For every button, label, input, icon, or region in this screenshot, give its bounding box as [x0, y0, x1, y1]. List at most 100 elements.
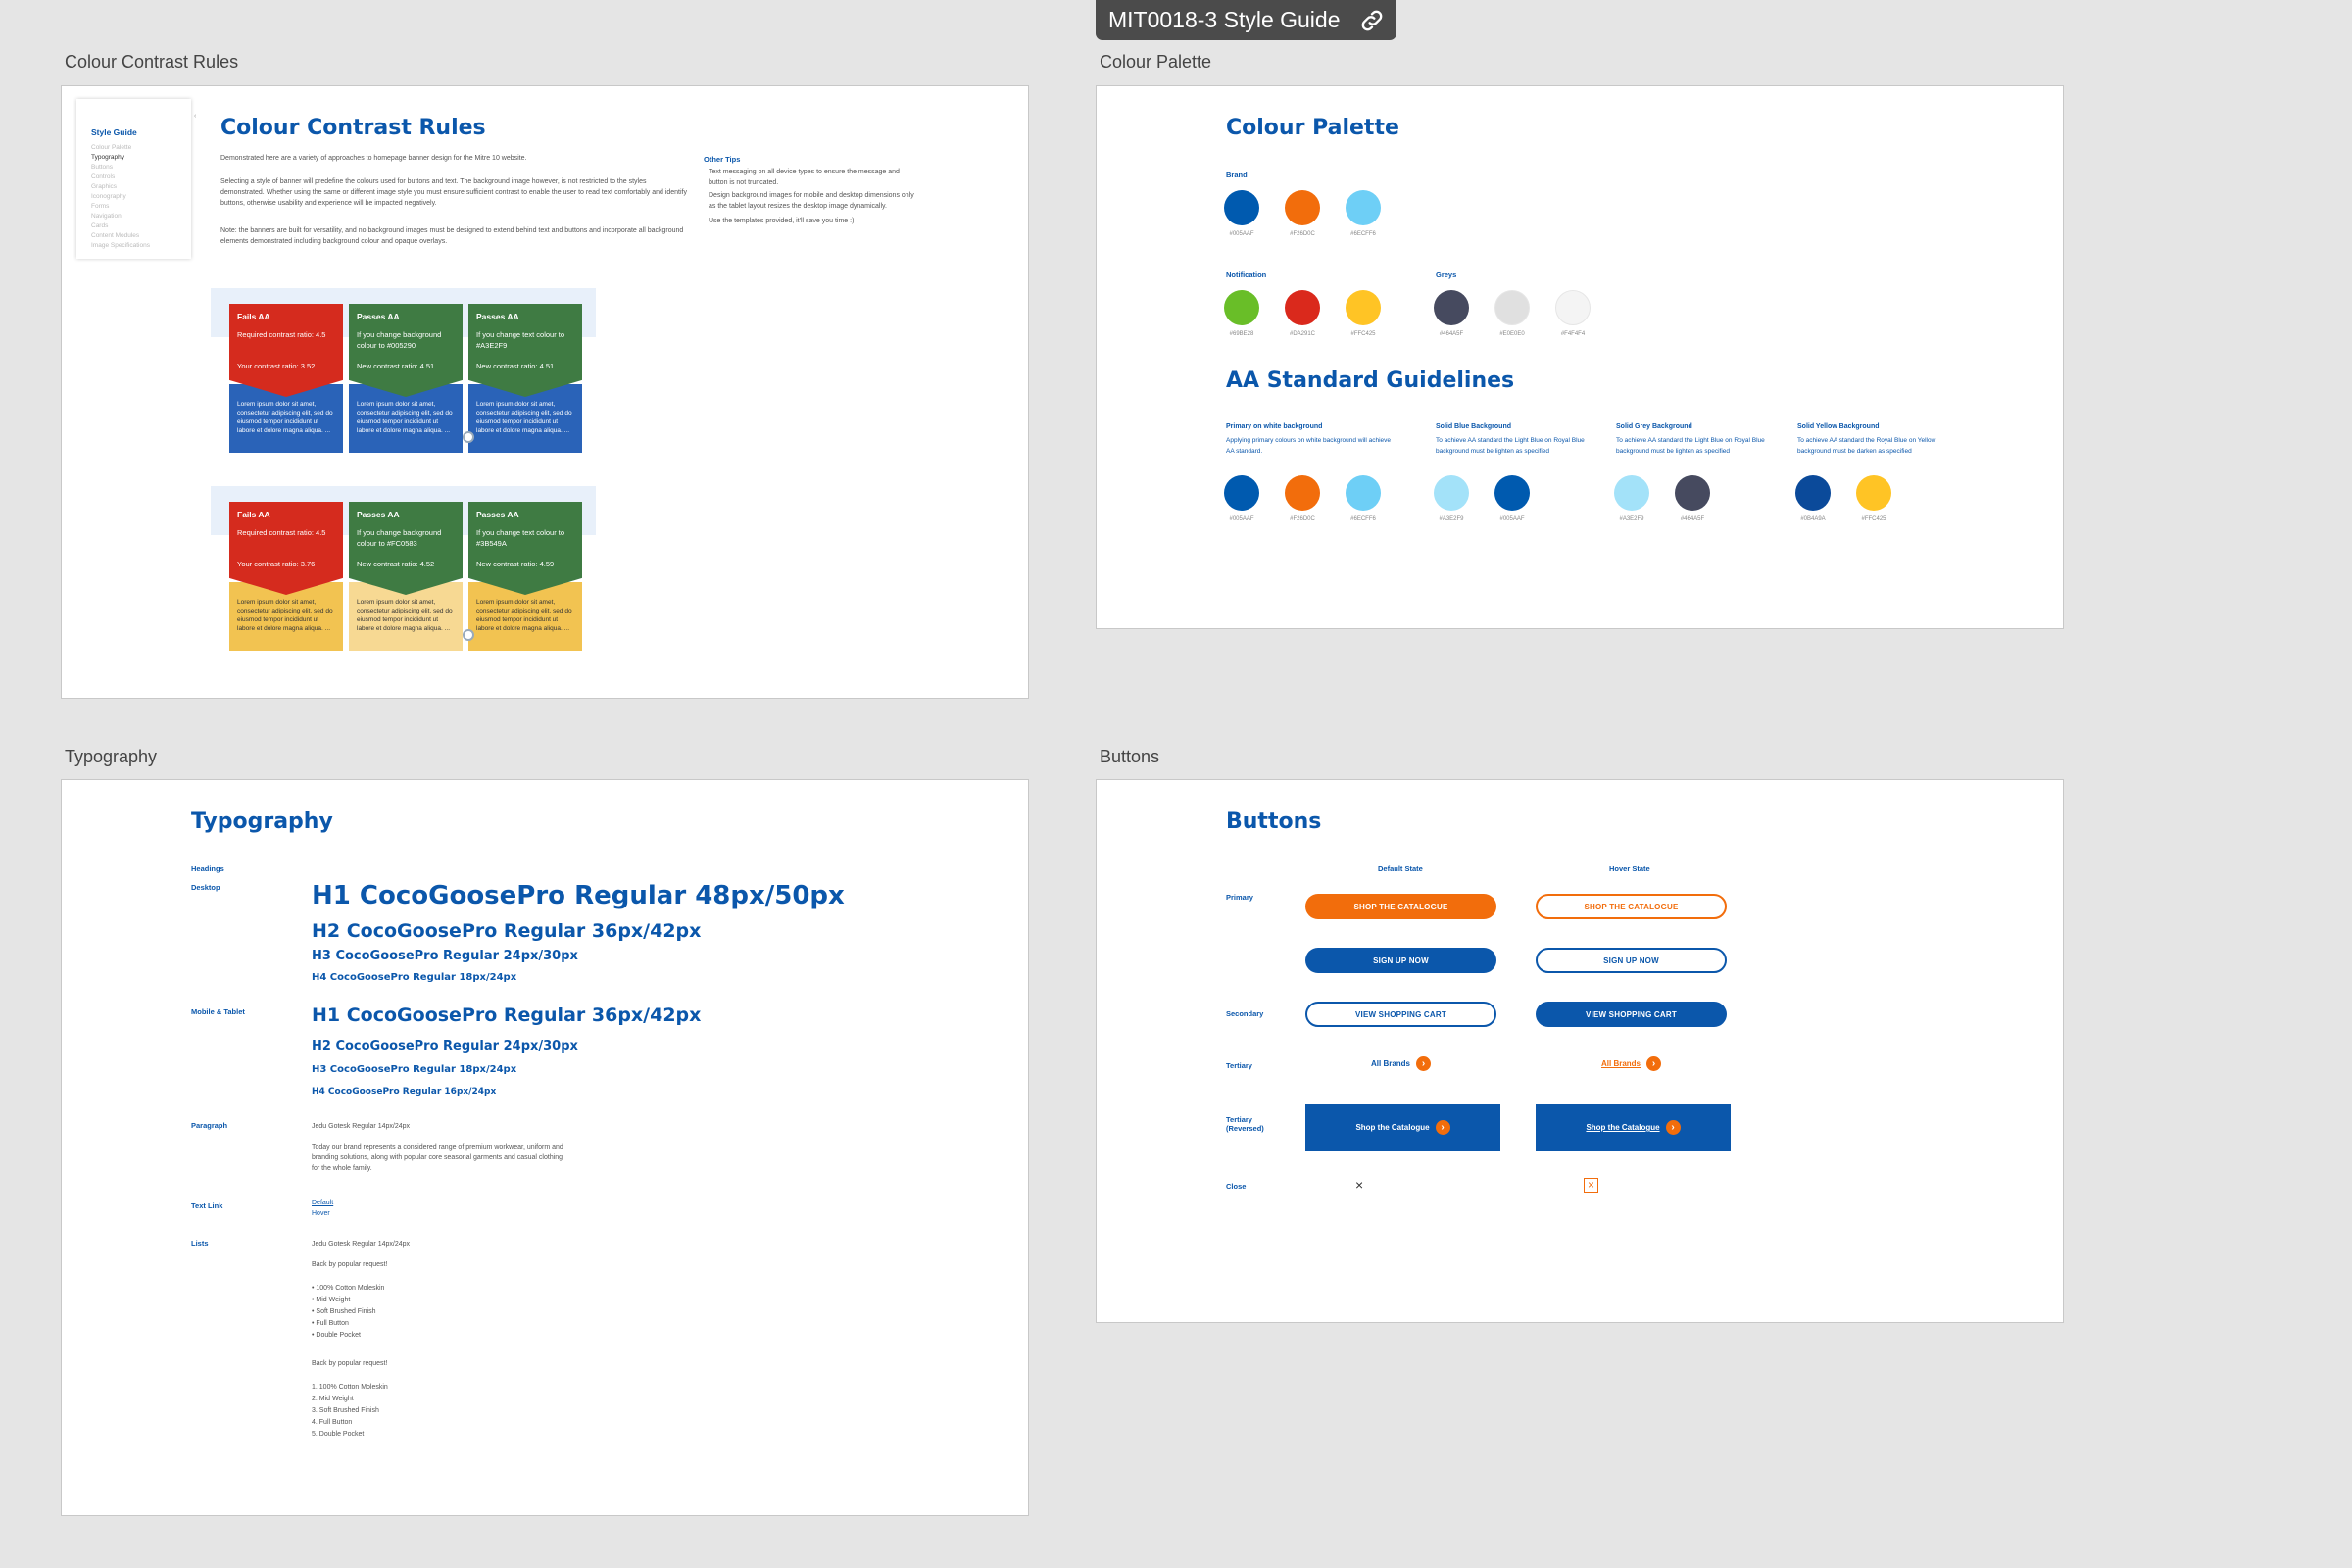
sidebar-item[interactable]: Typography — [91, 154, 124, 161]
headings-label: Headings — [191, 864, 224, 873]
banner-card: Passes AA If you change text colour to #3… — [468, 502, 582, 651]
desktop-h2: H2 CocoGoosePro Regular 36px/42px — [312, 920, 702, 942]
default-state-label: Default State — [1378, 864, 1423, 873]
sidebar-item[interactable]: Forms — [91, 203, 109, 210]
colour-swatch: #69BE28 — [1216, 284, 1267, 345]
sidebar-item[interactable]: Navigation — [91, 213, 122, 220]
swatch-hex: #464A5F — [1680, 516, 1705, 522]
swatch-circle — [1795, 475, 1831, 511]
all-brands-text: All Brands — [1371, 1059, 1411, 1068]
arrow-right-icon: › — [1435, 1120, 1450, 1135]
shop-catalogue-reversed-hover[interactable]: Shop the Catalogue › — [1536, 1104, 1731, 1151]
secondary-label: Secondary — [1226, 1009, 1264, 1018]
sign-up-button[interactable]: SIGN UP NOW — [1305, 948, 1496, 973]
typography-frame[interactable]: Typography Headings Desktop H1 CocoGoose… — [61, 779, 1029, 1516]
swatch-hex: #FFC425 — [1350, 331, 1376, 337]
file-title-tag[interactable]: MIT0018-3 Style Guide — [1096, 0, 1396, 40]
swatch-hex: #F26D0C — [1290, 231, 1315, 237]
sidebar-item[interactable]: Colour Palette — [91, 144, 131, 151]
desktop-label: Desktop — [191, 883, 220, 892]
sidebar-item[interactable]: Buttons — [91, 164, 113, 171]
sidebar-title: Style Guide — [91, 127, 137, 137]
contrast-frame[interactable]: Style Guide ‹ Colour Palette Typography Bu… — [61, 85, 1029, 699]
frame-label-buttons[interactable]: Buttons — [1100, 747, 1159, 767]
aa-title: AA Standard Guidelines — [1226, 368, 1515, 393]
frame-label-contrast[interactable]: Colour Contrast Rules — [65, 52, 238, 73]
swatch-circle — [1346, 190, 1381, 225]
other-tips-title: Other Tips — [704, 155, 741, 164]
mobile-h4: H4 CocoGoosePro Regular 16px/24px — [312, 1087, 497, 1097]
shop-catalogue-button-hover[interactable]: SHOP THE CATALOGUE — [1536, 894, 1727, 919]
all-brands-link-hover[interactable]: All Brands › — [1601, 1056, 1662, 1071]
swatch-hex: #F26D0C — [1290, 516, 1315, 522]
swatch-circle — [1494, 290, 1530, 325]
numbered-item: 4. Full Button — [312, 1419, 353, 1426]
bullet-item: • Mid Weight — [312, 1297, 351, 1303]
shop-catalogue-button[interactable]: SHOP THE CATALOGUE — [1305, 894, 1496, 919]
textlink-default[interactable]: Default — [312, 1200, 333, 1206]
swatch-hex: #464A5F — [1439, 331, 1464, 337]
tertiary-label: Tertiary — [1226, 1061, 1252, 1070]
bullet-item: • Full Button — [312, 1320, 349, 1327]
tip-3: Use the templates provided, it'll save y… — [709, 218, 855, 224]
colour-swatch: #A3E2F9 — [1426, 469, 1477, 530]
card-line-2: New contrast ratio: 4.51 — [357, 362, 435, 370]
shop-catalogue-reversed[interactable]: Shop the Catalogue › — [1305, 1104, 1500, 1151]
frame-label-palette[interactable]: Colour Palette — [1100, 52, 1211, 73]
desktop-h1: H1 CocoGoosePro Regular 48px/50px — [312, 881, 845, 910]
numbered-item: 2. Mid Weight — [312, 1396, 354, 1402]
bullet-item: • Soft Brushed Finish — [312, 1308, 376, 1315]
hover-state-label: Hover State — [1609, 864, 1650, 873]
view-cart-button-hover[interactable]: VIEW SHOPPING CART — [1536, 1002, 1727, 1027]
card-line-1: If you change text colour to #3B549A — [476, 528, 565, 548]
card-body-text: Lorem ipsum dolor sit amet, consectetur … — [476, 401, 572, 434]
swatch-circle — [1346, 290, 1381, 325]
card-body-text: Lorem ipsum dolor sit amet, consectetur … — [237, 599, 333, 632]
sidebar-item[interactable]: Iconography — [91, 193, 126, 200]
card-body-text: Lorem ipsum dolor sit amet, consectetur … — [357, 599, 453, 632]
aa-group-desc: To achieve AA standard the Light Blue on… — [1436, 437, 1585, 455]
primary-label: Primary — [1226, 893, 1253, 902]
shop-catalogue-reversed-text-hover: Shop the Catalogue — [1586, 1123, 1660, 1132]
colour-swatch: #FFC425 — [1848, 469, 1899, 530]
swatch-circle — [1346, 475, 1381, 511]
mobile-h2: H2 CocoGoosePro Regular 24px/30px — [312, 1039, 578, 1054]
collapse-icon[interactable]: ‹ — [194, 113, 196, 120]
swatch-circle — [1224, 475, 1259, 511]
sidebar-item[interactable]: Image Specifications — [91, 242, 150, 249]
sidebar-item[interactable]: Content Modules — [91, 232, 139, 239]
close-icon[interactable]: × — [1355, 1177, 1363, 1193]
slider-handle[interactable] — [463, 629, 474, 641]
mobile-label: Mobile & Tablet — [191, 1007, 245, 1016]
slider-handle[interactable] — [463, 431, 474, 443]
card-line-1: Required contrast ratio: 4.5 — [237, 528, 326, 537]
sign-up-button-hover[interactable]: SIGN UP NOW — [1536, 948, 1727, 973]
link-icon[interactable] — [1358, 7, 1386, 34]
view-cart-button[interactable]: VIEW SHOPPING CART — [1305, 1002, 1496, 1027]
tag-divider — [1347, 8, 1348, 32]
card-line-1: If you change text colour to #A3E2F9 — [476, 330, 565, 350]
colour-swatch: #F26D0C — [1277, 184, 1328, 245]
palette-frame[interactable]: Colour Palette Brand Notification Greys … — [1096, 85, 2064, 629]
swatch-hex: #DA291C — [1289, 331, 1315, 337]
sidebar-item[interactable]: Controls — [91, 173, 115, 180]
sidebar-item[interactable]: Graphics — [91, 183, 117, 190]
swatch-hex: #A3E2F9 — [1439, 516, 1464, 522]
colour-swatch: #6ECFF6 — [1338, 469, 1389, 530]
card-line-1: Required contrast ratio: 4.5 — [237, 330, 326, 339]
card-status: Passes AA — [476, 312, 519, 321]
card-status: Passes AA — [476, 510, 519, 519]
arrow-right-icon: › — [1416, 1056, 1432, 1071]
frame-label-typography[interactable]: Typography — [65, 747, 157, 767]
all-brands-link[interactable]: All Brands › — [1371, 1056, 1432, 1071]
close-icon-hover[interactable]: × — [1584, 1178, 1598, 1193]
sidebar-item[interactable]: Cards — [91, 222, 108, 229]
buttons-frame[interactable]: Buttons Default State Hover State Primar… — [1096, 779, 2064, 1323]
swatch-circle — [1285, 475, 1320, 511]
card-status: Fails AA — [237, 312, 270, 321]
numbered-item: 5. Double Pocket — [312, 1431, 365, 1438]
shop-catalogue-reversed-text: Shop the Catalogue — [1355, 1123, 1430, 1132]
card-line-2: Your contrast ratio: 3.76 — [237, 560, 316, 568]
paragraph-spec: Jedu Gotesk Regular 14px/24px — [312, 1123, 411, 1130]
textlink-hover[interactable]: Hover — [312, 1210, 330, 1217]
